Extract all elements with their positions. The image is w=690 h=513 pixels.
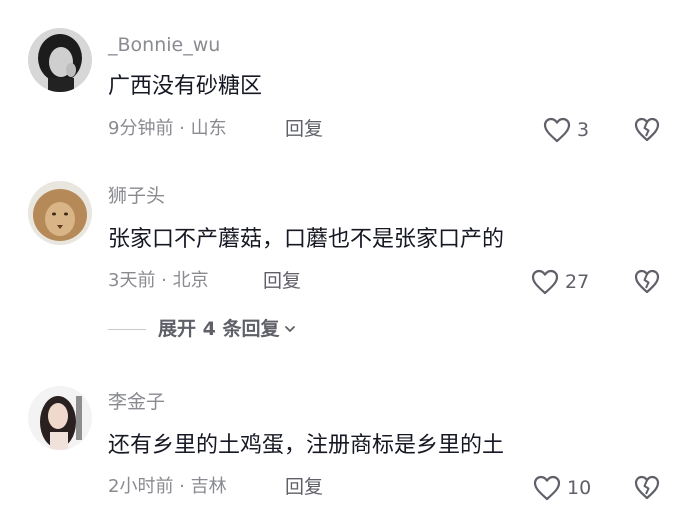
expand-replies-button[interactable]: 展开 4 条回复: [108, 318, 297, 340]
avatar[interactable]: [28, 28, 92, 92]
chevron-down-icon: [285, 326, 296, 332]
broken-heart-icon: [634, 269, 660, 294]
reply-button[interactable]: 回复: [263, 272, 301, 291]
heart-outline-icon: [533, 475, 561, 501]
dislike-button[interactable]: [634, 117, 660, 143]
heart-outline-icon: [531, 269, 559, 295]
dislike-button[interactable]: [634, 475, 660, 501]
avatar[interactable]: [28, 386, 92, 450]
username[interactable]: 李金子: [108, 393, 165, 412]
username[interactable]: 狮子头: [108, 187, 165, 206]
comment-text: 张家口不产蘑菇，口蘑也不是张家口产的: [108, 227, 505, 252]
heart-outline-icon: [543, 117, 571, 143]
dislike-button[interactable]: [634, 269, 660, 295]
like-count: 27: [565, 270, 590, 293]
expand-replies-label: 展开 4 条回复: [158, 317, 280, 340]
comment-text: 还有乡里的土鸡蛋，注册商标是乡里的土: [108, 433, 505, 458]
comment-meta: 2小时前 · 吉林: [108, 476, 227, 497]
comment-meta: 9分钟前 · 山东: [108, 118, 227, 139]
comment-meta: 3天前 · 北京: [108, 270, 209, 291]
divider: [108, 328, 146, 330]
username[interactable]: _Bonnie_wu: [108, 36, 220, 55]
avatar[interactable]: [28, 181, 92, 245]
like-button[interactable]: 3: [543, 117, 589, 143]
like-count: 10: [567, 476, 592, 499]
like-button[interactable]: 27: [531, 269, 589, 295]
like-button[interactable]: 10: [533, 475, 591, 501]
comment-text: 广西没有砂糖区: [108, 74, 263, 99]
reply-button[interactable]: 回复: [285, 120, 323, 139]
broken-heart-icon: [634, 475, 660, 500]
broken-heart-icon: [634, 117, 660, 142]
reply-button[interactable]: 回复: [285, 478, 323, 497]
like-count: 3: [577, 118, 590, 141]
